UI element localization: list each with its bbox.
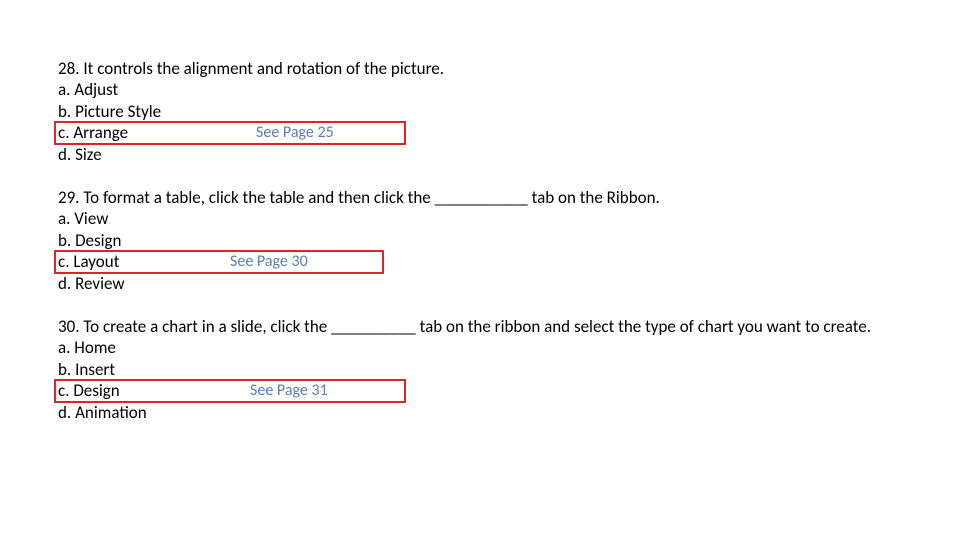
- option-a: a. Adjust: [58, 79, 900, 100]
- question-30: 30. To create a chart in a slide, click …: [58, 316, 900, 423]
- question-number: 29.: [58, 187, 80, 208]
- option-d: d. Size: [58, 144, 900, 165]
- option-b: b. Design: [58, 230, 900, 251]
- question-body: It controls the alignment and rotation o…: [83, 58, 444, 79]
- question-29: 29. To format a table, click the table a…: [58, 187, 900, 294]
- option-c: c. Layout: [58, 251, 900, 272]
- question-text: 30. To create a chart in a slide, click …: [58, 316, 900, 337]
- option-a: a. View: [58, 208, 900, 229]
- question-text: 28. It controls the alignment and rotati…: [58, 58, 900, 79]
- question-number: 30.: [58, 316, 80, 337]
- option-a: a. Home: [58, 337, 900, 358]
- option-c: c. Arrange: [58, 122, 900, 143]
- question-number: 28.: [58, 58, 80, 79]
- option-d: d. Review: [58, 273, 900, 294]
- question-body: To format a table, click the table and t…: [83, 187, 659, 208]
- question-text: 29. To format a table, click the table a…: [58, 187, 900, 208]
- question-body: To create a chart in a slide, click the …: [83, 316, 871, 337]
- see-page-ref: See Page 30: [230, 252, 308, 272]
- option-c: c. Design: [58, 380, 900, 401]
- see-page-ref: See Page 25: [256, 123, 334, 143]
- option-b: b. Picture Style: [58, 101, 900, 122]
- option-d: d. Animation: [58, 402, 900, 423]
- option-b: b. Insert: [58, 359, 900, 380]
- see-page-ref: See Page 31: [250, 381, 328, 401]
- question-28: 28. It controls the alignment and rotati…: [58, 58, 900, 165]
